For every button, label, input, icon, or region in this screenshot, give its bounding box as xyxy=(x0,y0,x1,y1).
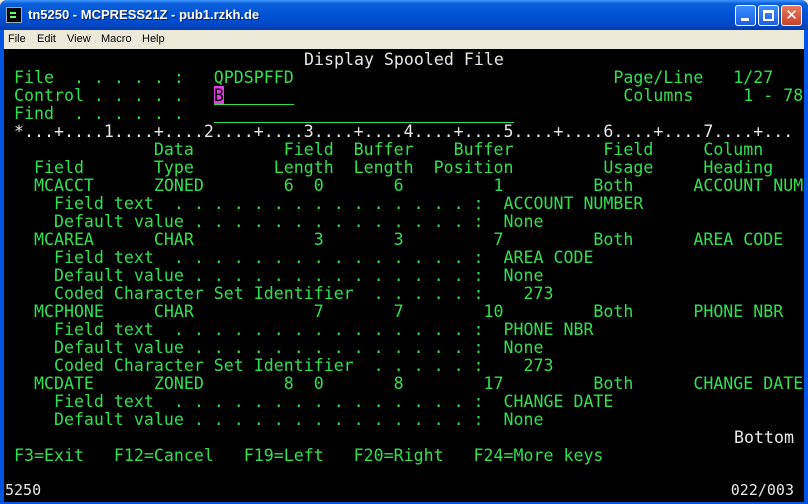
report-line: Default value . . . . . . . . . . . . . … xyxy=(14,410,544,429)
status-bar: 5250 022/003 xyxy=(4,476,804,502)
ruler-line: *...+....1....+....2....+....3....+....4… xyxy=(14,122,794,141)
menu-help[interactable]: Help xyxy=(142,33,165,45)
file-line: File . . . . . : QPDSPFFD Page/Line 1/27 xyxy=(14,68,774,87)
report-line: MCACCT ZONED 6 0 6 1 Both ACCOUNT NUMB xyxy=(14,176,804,195)
header-line-2: Field Type Length Length Position Usage … xyxy=(14,158,774,177)
report-line: Field text . . . . . . . . . . . . . . .… xyxy=(14,320,594,339)
header-line-1: Data Field Buffer Buffer Field Column xyxy=(14,140,764,159)
minimize-icon xyxy=(741,18,749,21)
menu-file[interactable]: File xyxy=(8,33,26,45)
report-line: Field text . . . . . . . . . . . . . . .… xyxy=(14,392,614,411)
control-input[interactable]: B xyxy=(213,86,224,105)
session-type: 5250 xyxy=(5,481,42,499)
function-keys[interactable]: F3=Exit F12=Cancel F19=Left F20=Right F2… xyxy=(14,447,603,465)
maximize-button[interactable] xyxy=(758,5,779,26)
report-line: MCPHONE CHAR 7 7 10 Both PHONE NBR xyxy=(14,302,784,321)
report-line: MCDATE ZONED 8 0 8 17 Both CHANGE DATE xyxy=(14,374,804,393)
report-line: MCAREA CHAR 3 3 7 Both AREA CODE xyxy=(14,230,784,249)
report-line: Coded Character Set Identifier . . . . .… xyxy=(14,284,554,303)
app-window: tn5250 - MCPRESS21Z - pub1.rzkh.de ✕ Fil… xyxy=(0,0,808,504)
menu-edit[interactable]: Edit xyxy=(37,33,56,45)
control-label: Control . . . . . xyxy=(14,86,214,105)
columns-info: Columns 1 - 78 xyxy=(223,86,804,105)
title-bar[interactable]: tn5250 - MCPRESS21Z - pub1.rzkh.de ✕ xyxy=(0,0,808,30)
report-line: Field text . . . . . . . . . . . . . . .… xyxy=(14,248,594,267)
report-line: Default value . . . . . . . . . . . . . … xyxy=(14,212,544,231)
find-label: Find . . . . . . xyxy=(14,104,184,123)
report-line: Default value . . . . . . . . . . . . . … xyxy=(14,266,544,285)
report-line: Field text . . . . . . . . . . . . . . .… xyxy=(14,194,644,213)
menu-view[interactable]: View xyxy=(67,33,91,45)
window-title: tn5250 - MCPRESS21Z - pub1.rzkh.de xyxy=(28,7,260,22)
menu-macro[interactable]: Macro xyxy=(101,33,132,45)
screen-heading: Display Spooled File xyxy=(304,50,504,69)
maximize-icon xyxy=(763,10,774,21)
minimize-button[interactable] xyxy=(735,5,756,26)
control-line: Control . . . . . B Columns 1 - 78 xyxy=(14,86,804,105)
close-button[interactable]: ✕ xyxy=(781,5,802,26)
terminal-app-icon[interactable] xyxy=(6,7,22,23)
menu-bar: File Edit View Macro Help xyxy=(4,30,804,49)
close-icon: ✕ xyxy=(785,6,798,24)
bottom-indicator: Bottom xyxy=(734,428,794,447)
terminal-screen[interactable]: Display Spooled File File . . . . . : QP… xyxy=(4,49,804,476)
control-input-underline xyxy=(214,104,294,105)
cursor-position: 022/003 xyxy=(730,481,794,499)
report-line: Default value . . . . . . . . . . . . . … xyxy=(14,338,544,357)
report-line: Coded Character Set Identifier . . . . .… xyxy=(14,356,554,375)
